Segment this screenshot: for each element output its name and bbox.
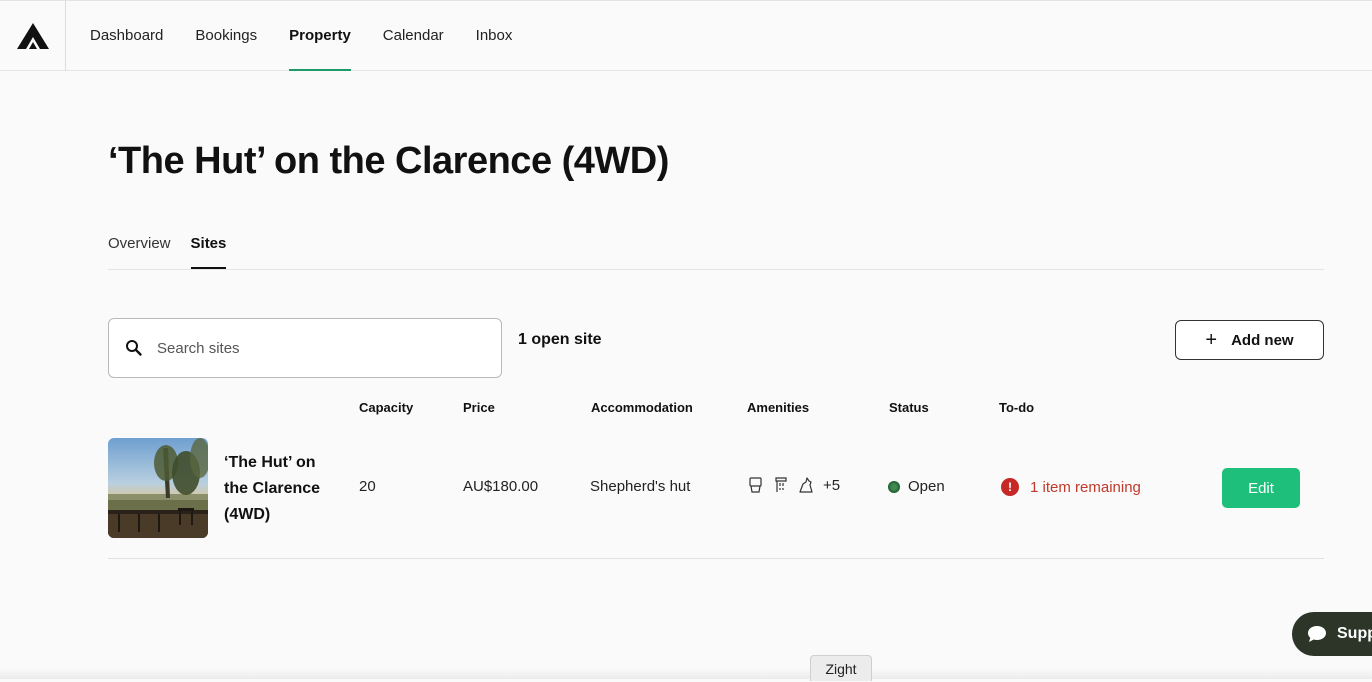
nav-bookings[interactable]: Bookings: [195, 1, 257, 71]
site-todo[interactable]: ! 1 item remaining: [1001, 478, 1141, 496]
nav-calendar[interactable]: Calendar: [383, 1, 444, 71]
support-label: Supp: [1337, 625, 1372, 642]
top-navigation: Dashboard Bookings Property Calendar Inb…: [0, 0, 1372, 71]
site-status: Open: [888, 478, 945, 495]
header-status: Status: [889, 400, 929, 415]
page-title: ‘The Hut’ on the Clarence (4WD): [108, 140, 669, 182]
site-capacity: 20: [359, 478, 376, 495]
property-tabs: Overview Sites: [108, 222, 1324, 270]
search-box: [108, 318, 502, 378]
plus-icon: +: [1205, 329, 1218, 351]
nav-property[interactable]: Property: [289, 1, 351, 71]
bottom-divider: [0, 668, 1372, 679]
header-accommodation: Accommodation: [591, 400, 693, 415]
chat-bubble-icon: [1308, 626, 1326, 642]
open-site-count: 1 open site: [518, 331, 602, 348]
amenities-more[interactable]: +5: [823, 477, 840, 494]
header-price: Price: [463, 400, 495, 415]
site-name[interactable]: ‘The Hut’ on the Clarence (4WD): [224, 450, 334, 528]
todo-label: 1 item remaining: [1030, 478, 1141, 496]
header-amenities: Amenities: [747, 400, 810, 415]
site-thumbnail[interactable]: [108, 438, 208, 538]
main-nav: Dashboard Bookings Property Calendar Inb…: [90, 1, 544, 71]
support-chat-button[interactable]: Supp: [1292, 612, 1372, 656]
add-new-button[interactable]: + Add new: [1175, 320, 1324, 360]
nav-inbox[interactable]: Inbox: [476, 1, 513, 71]
brand-logo-icon: [16, 23, 49, 49]
header-capacity: Capacity: [359, 400, 414, 415]
header-todo: To-do: [999, 400, 1035, 415]
table-header: Capacity Price Accommodation Amenities S…: [0, 400, 1372, 420]
toilet-icon: [749, 477, 762, 493]
add-new-label: Add new: [1231, 331, 1294, 349]
status-open-dot-icon: [888, 480, 900, 493]
pets-icon: [799, 477, 813, 493]
tab-sites[interactable]: Sites: [190, 222, 226, 269]
search-icon: [126, 340, 142, 356]
edit-button[interactable]: Edit: [1222, 468, 1300, 508]
logo[interactable]: [0, 1, 66, 71]
status-label: Open: [908, 478, 945, 495]
nav-dashboard[interactable]: Dashboard: [90, 1, 163, 71]
table-row[interactable]: ‘The Hut’ on the Clarence (4WD) 20 AU$18…: [108, 438, 1324, 559]
site-amenities: +5: [748, 476, 840, 494]
site-accommodation: Shepherd's hut: [590, 478, 691, 495]
alert-icon: !: [1001, 478, 1019, 496]
tab-overview[interactable]: Overview: [108, 222, 171, 269]
zight-tab[interactable]: Zight: [810, 655, 872, 681]
shower-icon: [775, 477, 787, 492]
search-input[interactable]: [157, 339, 457, 357]
site-price: AU$180.00: [463, 478, 539, 495]
